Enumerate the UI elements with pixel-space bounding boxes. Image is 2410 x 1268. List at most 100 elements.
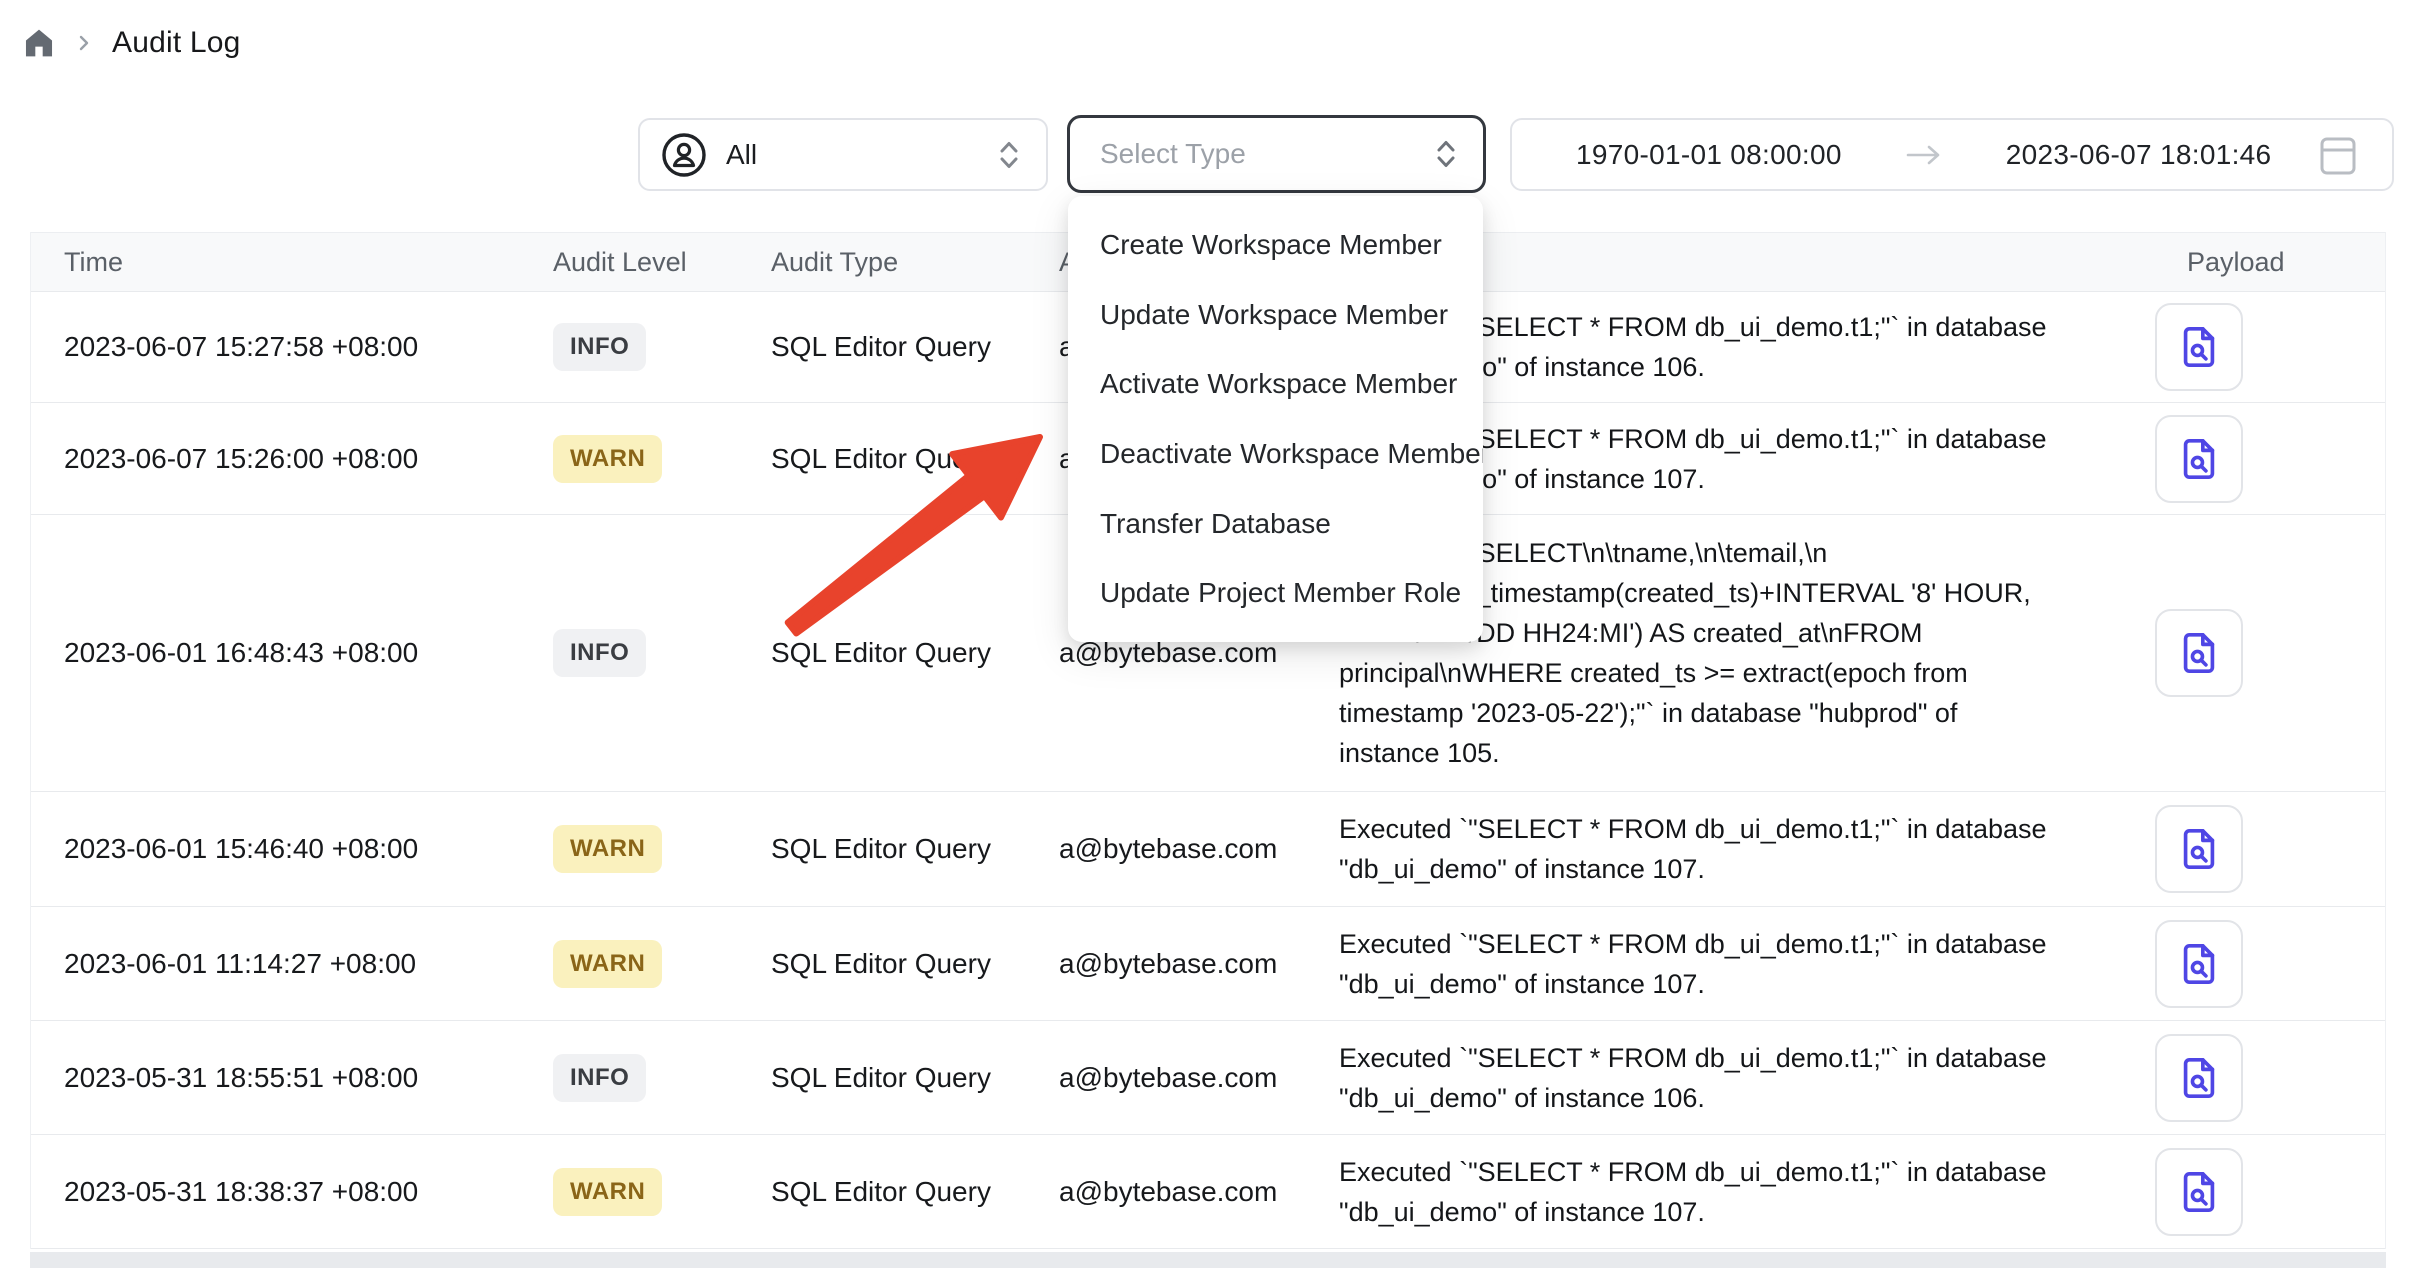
view-payload-button[interactable]: [2155, 609, 2243, 697]
row-actor: a@bytebase.com: [1059, 948, 1339, 980]
comment-line: Executed `"SELECT * FROM db_ui_demo.t1;"…: [1339, 809, 2155, 849]
audit-log-page: Audit Log All Select Type 197: [0, 0, 2410, 1268]
row-audit-level: WARN: [553, 435, 771, 483]
comment-line: "db_ui_demo" of instance 106.: [1339, 1078, 2155, 1118]
row-audit-type: SQL Editor Query: [771, 833, 1059, 865]
date-range-picker[interactable]: 1970-01-01 08:00:00 2023-06-07 18:01:46: [1510, 118, 2394, 191]
row-payload: [2155, 1148, 2387, 1236]
audit-level-badge: WARN: [553, 435, 662, 483]
row-payload: [2155, 920, 2387, 1008]
view-payload-button[interactable]: [2155, 1034, 2243, 1122]
file-search-icon: [2176, 1169, 2222, 1215]
comment-line: principal\nWHERE created_ts >= extract(e…: [1339, 653, 2155, 693]
row-actor: a@bytebase.com: [1059, 833, 1339, 865]
view-payload-button[interactable]: [2155, 920, 2243, 1008]
row-audit-level: WARN: [553, 825, 771, 873]
view-payload-button[interactable]: [2155, 415, 2243, 503]
row-payload: [2155, 1034, 2387, 1122]
row-time: 2023-06-01 15:46:40 +08:00: [31, 833, 553, 865]
comment-line: "db_ui_demo" of instance 107.: [1339, 964, 2155, 1004]
file-search-icon: [2176, 630, 2222, 676]
select-chevrons-icon: [1433, 137, 1459, 171]
actor-filter-select[interactable]: All: [638, 118, 1048, 191]
row-comment: Executed `"SELECT * FROM db_ui_demo.t1;"…: [1339, 1038, 2155, 1118]
row-audit-type: SQL Editor Query: [771, 1062, 1059, 1094]
home-icon[interactable]: [22, 26, 56, 60]
row-audit-level: WARN: [553, 1168, 771, 1216]
row-comment: Executed `"SELECT * FROM db_ui_demo.t1;"…: [1339, 809, 2155, 889]
comment-line: "db_ui_demo" of instance 107.: [1339, 849, 2155, 889]
type-filter-placeholder: Select Type: [1100, 138, 1246, 170]
audit-level-badge: WARN: [553, 825, 662, 873]
file-search-icon: [2176, 941, 2222, 987]
comment-line: "db_ui_demo" of instance 107.: [1339, 1192, 2155, 1232]
row-audit-type: SQL Editor Query: [771, 331, 1059, 363]
comment-line: instance 105.: [1339, 733, 2155, 773]
row-payload: [2155, 805, 2387, 893]
arrow-right-icon: [1904, 142, 1944, 168]
person-circle-icon: [660, 131, 708, 179]
row-audit-level: WARN: [553, 940, 771, 988]
table-row: 2023-06-01 15:46:40 +08:00 WARN SQL Edit…: [31, 792, 2385, 907]
chevron-right-icon: [74, 33, 94, 53]
page-title: Audit Log: [112, 26, 241, 60]
row-comment: Executed `"SELECT * FROM db_ui_demo.t1;"…: [1339, 924, 2155, 1004]
view-payload-button[interactable]: [2155, 805, 2243, 893]
row-audit-type: SQL Editor Query: [771, 948, 1059, 980]
header-audit-level: Audit Level: [553, 247, 771, 278]
table-row: 2023-06-01 11:14:27 +08:00 WARN SQL Edit…: [31, 907, 2385, 1021]
audit-level-badge: INFO: [553, 629, 646, 677]
view-payload-button[interactable]: [2155, 303, 2243, 391]
row-payload: [2155, 609, 2387, 697]
file-search-icon: [2176, 436, 2222, 482]
view-payload-button[interactable]: [2155, 1148, 2243, 1236]
row-time: 2023-05-31 18:55:51 +08:00: [31, 1062, 553, 1094]
calendar-icon: [2318, 133, 2358, 177]
audit-level-badge: INFO: [553, 323, 646, 371]
file-search-icon: [2176, 1055, 2222, 1101]
file-search-icon: [2176, 826, 2222, 872]
row-comment: Executed `"SELECT * FROM db_ui_demo.t1;"…: [1339, 1152, 2155, 1232]
row-actor: a@bytebase.com: [1059, 1176, 1339, 1208]
header-time: Time: [31, 247, 553, 278]
row-audit-level: INFO: [553, 629, 771, 677]
row-time: 2023-06-07 15:26:00 +08:00: [31, 443, 553, 475]
next-section-edge: [30, 1252, 2386, 1268]
actor-filter-value: All: [726, 139, 757, 171]
header-payload: Payload: [2155, 247, 2387, 278]
type-menu-item[interactable]: Deactivate Workspace Member: [1068, 419, 1483, 489]
type-menu-item[interactable]: Update Workspace Member: [1068, 280, 1483, 350]
date-range-end: 2023-06-07 18:01:46: [2006, 139, 2272, 171]
row-audit-type: SQL Editor Query: [771, 1176, 1059, 1208]
audit-level-badge: WARN: [553, 940, 662, 988]
row-time: 2023-06-07 15:27:58 +08:00: [31, 331, 553, 363]
row-actor: a@bytebase.com: [1059, 1062, 1339, 1094]
select-chevrons-icon: [996, 138, 1022, 172]
red-annotation-arrow: [770, 410, 1060, 660]
type-menu-item[interactable]: Update Project Member Role: [1068, 558, 1483, 628]
row-time: 2023-05-31 18:38:37 +08:00: [31, 1176, 553, 1208]
row-payload: [2155, 303, 2387, 391]
row-audit-level: INFO: [553, 323, 771, 371]
comment-line: timestamp '2023-05-22');"` in database "…: [1339, 693, 2155, 733]
date-range-start: 1970-01-01 08:00:00: [1576, 139, 1842, 171]
comment-line: Executed `"SELECT * FROM db_ui_demo.t1;"…: [1339, 924, 2155, 964]
comment-line: Executed `"SELECT * FROM db_ui_demo.t1;"…: [1339, 1152, 2155, 1192]
comment-line: Executed `"SELECT * FROM db_ui_demo.t1;"…: [1339, 1038, 2155, 1078]
type-select-dropdown-menu: Create Workspace MemberUpdate Workspace …: [1068, 196, 1483, 642]
type-menu-item[interactable]: Transfer Database: [1068, 489, 1483, 559]
type-menu-item[interactable]: Activate Workspace Member: [1068, 349, 1483, 419]
table-row: 2023-05-31 18:38:37 +08:00 WARN SQL Edit…: [31, 1135, 2385, 1249]
header-audit-type: Audit Type: [771, 247, 1059, 278]
row-time: 2023-06-01 11:14:27 +08:00: [31, 948, 553, 980]
audit-level-badge: WARN: [553, 1168, 662, 1216]
row-time: 2023-06-01 16:48:43 +08:00: [31, 637, 553, 669]
file-search-icon: [2176, 324, 2222, 370]
audit-level-badge: INFO: [553, 1054, 646, 1102]
type-menu-item[interactable]: Create Workspace Member: [1068, 210, 1483, 280]
breadcrumb: Audit Log: [22, 26, 241, 60]
type-filter-select[interactable]: Select Type: [1067, 115, 1486, 193]
row-audit-level: INFO: [553, 1054, 771, 1102]
row-payload: [2155, 415, 2387, 503]
table-row: 2023-05-31 18:55:51 +08:00 INFO SQL Edit…: [31, 1021, 2385, 1135]
